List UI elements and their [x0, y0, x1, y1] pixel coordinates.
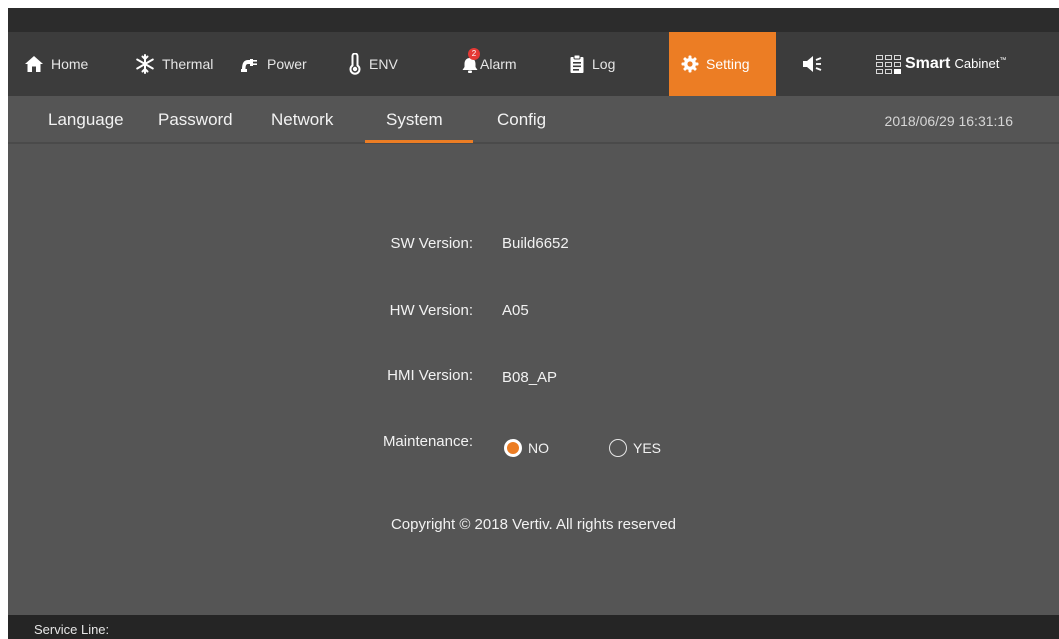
brand-tm: ™	[999, 57, 1007, 64]
nav-thermal[interactable]: Thermal	[135, 32, 213, 96]
nav-alarm-label: Alarm	[480, 56, 517, 72]
brand-logo: Smart Cabinet™	[876, 32, 1006, 96]
subtab-system[interactable]: System	[386, 110, 443, 130]
nav-home[interactable]: Home	[24, 32, 88, 96]
nav-thermal-label: Thermal	[162, 56, 214, 72]
maintenance-no-radio[interactable]: NO	[504, 439, 549, 457]
gear-icon	[681, 55, 699, 73]
snowflake-icon	[135, 54, 155, 74]
sw-version-label: SW Version:	[390, 235, 473, 252]
service-line-label: Service Line:	[34, 622, 110, 637]
maintenance-label: Maintenance:	[382, 433, 473, 450]
top-strip	[8, 8, 1059, 32]
datetime-display: 2018/06/29 16:31:16	[884, 113, 1013, 129]
settings-subtabs: Language Password Network System Config …	[8, 96, 1059, 144]
app-frame: Home Thermal Power ENV 2 Alarm Log Setti…	[8, 8, 1059, 639]
hw-version-value: A05	[502, 302, 529, 319]
nav-alarm[interactable]: 2 Alarm	[459, 32, 517, 96]
alarm-bell-icon: 2	[459, 48, 481, 74]
nav-setting-label: Setting	[706, 56, 750, 72]
mute-button[interactable]	[801, 32, 831, 96]
content-panel: Language Password Network System Config …	[8, 96, 1059, 615]
nav-setting[interactable]: Setting	[669, 32, 776, 105]
nav-log-label: Log	[592, 56, 616, 72]
brand-smart: Smart	[905, 55, 951, 72]
nav-env-label: ENV	[369, 56, 398, 72]
footer-bar: Service Line:	[8, 615, 1059, 639]
subtab-password[interactable]: Password	[158, 110, 233, 130]
brand-cabinet: Cabinet	[954, 56, 1000, 71]
radio-unselected-icon	[609, 439, 627, 457]
copyright-text: Copyright © 2018 Vertiv. All rights rese…	[390, 516, 677, 533]
subtab-config[interactable]: Config	[497, 110, 546, 130]
clipboard-icon	[569, 54, 585, 74]
maintenance-yes-radio[interactable]: YES	[609, 439, 661, 457]
brand-grid-icon	[876, 54, 901, 74]
hmi-version-label: HMI Version:	[387, 367, 473, 384]
power-plug-icon	[238, 54, 260, 74]
subtab-language[interactable]: Language	[48, 110, 124, 130]
nav-env[interactable]: ENV	[348, 32, 398, 96]
nav-log[interactable]: Log	[569, 32, 615, 96]
radio-selected-icon	[504, 439, 522, 457]
maintenance-yes-label: YES	[633, 440, 662, 456]
nav-home-label: Home	[51, 56, 89, 72]
main-navbar: Home Thermal Power ENV 2 Alarm Log Setti…	[8, 32, 1059, 105]
subtab-network[interactable]: Network	[271, 110, 333, 130]
home-icon	[24, 55, 44, 73]
hmi-version-value: B08_AP	[502, 369, 558, 386]
maintenance-no-label: NO	[528, 440, 549, 456]
thermometer-icon	[348, 53, 362, 75]
hw-version-label: HW Version:	[389, 302, 473, 319]
speaker-mute-icon	[801, 54, 825, 74]
alarm-count-badge: 2	[468, 48, 480, 60]
nav-power[interactable]: Power	[238, 32, 307, 96]
sw-version-value: Build6652	[502, 235, 569, 252]
active-subtab-indicator	[365, 140, 473, 143]
nav-power-label: Power	[267, 56, 307, 72]
